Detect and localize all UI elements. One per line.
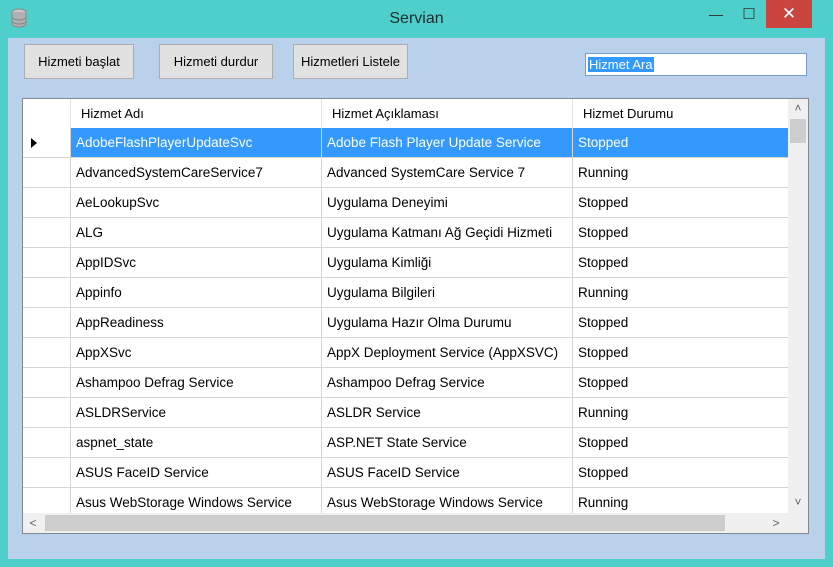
column-header-description[interactable]: Hizmet Açıklaması: [322, 99, 573, 128]
row-header[interactable]: [23, 428, 71, 458]
minimize-button[interactable]: —: [700, 0, 732, 28]
maximize-button[interactable]: ☐: [733, 0, 765, 28]
cell-description[interactable]: Ashampoo Defrag Service: [322, 368, 573, 398]
cell-name[interactable]: Appinfo: [71, 278, 322, 308]
minimize-icon: —: [709, 6, 723, 22]
cell-status[interactable]: Stopped: [573, 428, 788, 458]
scroll-right-icon[interactable]: >: [766, 514, 786, 532]
scroll-down-icon[interactable]: ˅: [788, 493, 808, 511]
close-icon: ✕: [781, 4, 797, 23]
table-row[interactable]: AdobeFlashPlayerUpdateSvc Adobe Flash Pla…: [23, 128, 788, 158]
start-service-button[interactable]: Hizmeti başlat: [24, 44, 134, 79]
stop-service-button[interactable]: Hizmeti durdur: [159, 44, 273, 79]
current-row-arrow-icon: [31, 138, 37, 148]
title-bar[interactable]: Servian — ☐ ✕: [0, 0, 833, 38]
scroll-left-icon[interactable]: <: [23, 514, 43, 532]
row-header[interactable]: [23, 398, 71, 428]
cell-description[interactable]: Uygulama Bilgileri: [322, 278, 573, 308]
cell-name[interactable]: AppReadiness: [71, 308, 322, 338]
client-area: Hizmeti başlat Hizmeti durdur Hizmetleri…: [8, 38, 825, 559]
search-input[interactable]: Hizmet Ara: [585, 53, 807, 76]
services-grid[interactable]: Hizmet Adı Hizmet Açıklaması Hizmet Duru…: [22, 98, 809, 534]
list-services-button[interactable]: Hizmetleri Listele: [293, 44, 408, 79]
cell-name[interactable]: AdobeFlashPlayerUpdateSvc: [71, 128, 322, 158]
scroll-up-icon[interactable]: ˄: [788, 99, 808, 117]
cell-status[interactable]: Stopped: [573, 218, 788, 248]
table-row[interactable]: Appinfo Uygulama Bilgileri Running: [23, 278, 788, 308]
table-row[interactable]: AppIDSvc Uygulama Kimliği Stopped: [23, 248, 788, 278]
cell-name[interactable]: aspnet_state: [71, 428, 322, 458]
cell-name[interactable]: ALG: [71, 218, 322, 248]
cell-status[interactable]: Stopped: [573, 128, 788, 158]
table-row[interactable]: AppXSvc AppX Deployment Service (AppXSVC)…: [23, 338, 788, 368]
cell-status[interactable]: Stopped: [573, 338, 788, 368]
search-input-text: Hizmet Ara: [588, 57, 654, 72]
cell-status[interactable]: Running: [573, 398, 788, 428]
cell-description[interactable]: ASLDR Service: [322, 398, 573, 428]
column-header-status[interactable]: Hizmet Durumu: [573, 99, 788, 128]
row-header[interactable]: [23, 278, 71, 308]
cell-status[interactable]: Stopped: [573, 188, 788, 218]
cell-status[interactable]: Stopped: [573, 458, 788, 488]
app-window: Servian — ☐ ✕ Hizmeti başlat Hizmeti dur…: [0, 0, 833, 567]
cell-description[interactable]: ASUS FaceID Service: [322, 458, 573, 488]
cell-description[interactable]: ASP.NET State Service: [322, 428, 573, 458]
cell-name[interactable]: AppXSvc: [71, 338, 322, 368]
row-header[interactable]: [23, 368, 71, 398]
grid-header: Hizmet Adı Hizmet Açıklaması Hizmet Duru…: [23, 99, 788, 129]
table-row[interactable]: aspnet_state ASP.NET State Service Stopped: [23, 428, 788, 458]
row-header[interactable]: [23, 128, 71, 158]
table-row[interactable]: AdvancedSystemCareService7 Advanced Syste…: [23, 158, 788, 188]
close-button[interactable]: ✕: [766, 0, 812, 28]
cell-name[interactable]: AdvancedSystemCareService7: [71, 158, 322, 188]
row-header[interactable]: [23, 338, 71, 368]
cell-status[interactable]: Stopped: [573, 308, 788, 338]
horizontal-scrollbar[interactable]: < >: [23, 513, 788, 533]
cell-name[interactable]: ASUS FaceID Service: [71, 458, 322, 488]
row-header[interactable]: [23, 458, 71, 488]
cell-status[interactable]: Stopped: [573, 248, 788, 278]
row-header[interactable]: [23, 218, 71, 248]
table-row[interactable]: AppReadiness Uygulama Hazır Olma Durumu St…: [23, 308, 788, 338]
row-header[interactable]: [23, 308, 71, 338]
horizontal-scroll-thumb[interactable]: [45, 515, 725, 531]
vertical-scrollbar[interactable]: ˄ ˅: [788, 99, 808, 513]
table-row[interactable]: ASUS FaceID Service ASUS FaceID Service St…: [23, 458, 788, 488]
cell-status[interactable]: Stopped: [573, 368, 788, 398]
row-header[interactable]: [23, 188, 71, 218]
scrollbar-corner: [788, 513, 808, 533]
cell-description[interactable]: Adobe Flash Player Update Service: [322, 128, 573, 158]
column-header-name[interactable]: Hizmet Adı: [71, 99, 322, 128]
cell-description[interactable]: Uygulama Kimliği: [322, 248, 573, 278]
cell-description[interactable]: Uygulama Deneyimi: [322, 188, 573, 218]
cell-description[interactable]: Uygulama Katmanı Ağ Geçidi Hizmeti: [322, 218, 573, 248]
table-row[interactable]: ALG Uygulama Katmanı Ağ Geçidi Hizmeti Sto…: [23, 218, 788, 248]
table-row[interactable]: AeLookupSvc Uygulama Deneyimi Stopped: [23, 188, 788, 218]
table-row[interactable]: ASLDRService ASLDR Service Running: [23, 398, 788, 428]
cell-status[interactable]: Running: [573, 158, 788, 188]
cell-description[interactable]: AppX Deployment Service (AppXSVC): [322, 338, 573, 368]
row-header[interactable]: [23, 248, 71, 278]
cell-name[interactable]: AeLookupSvc: [71, 188, 322, 218]
row-header-corner: [23, 99, 71, 128]
cell-name[interactable]: ASLDRService: [71, 398, 322, 428]
cell-description[interactable]: Uygulama Hazır Olma Durumu: [322, 308, 573, 338]
cell-status[interactable]: Running: [573, 278, 788, 308]
table-row[interactable]: Ashampoo Defrag Service Ashampoo Defrag S…: [23, 368, 788, 398]
maximize-icon: ☐: [742, 6, 756, 23]
vertical-scroll-thumb[interactable]: [790, 119, 806, 143]
row-header[interactable]: [23, 158, 71, 188]
cell-name[interactable]: AppIDSvc: [71, 248, 322, 278]
cell-description[interactable]: Advanced SystemCare Service 7: [322, 158, 573, 188]
cell-name[interactable]: Ashampoo Defrag Service: [71, 368, 322, 398]
